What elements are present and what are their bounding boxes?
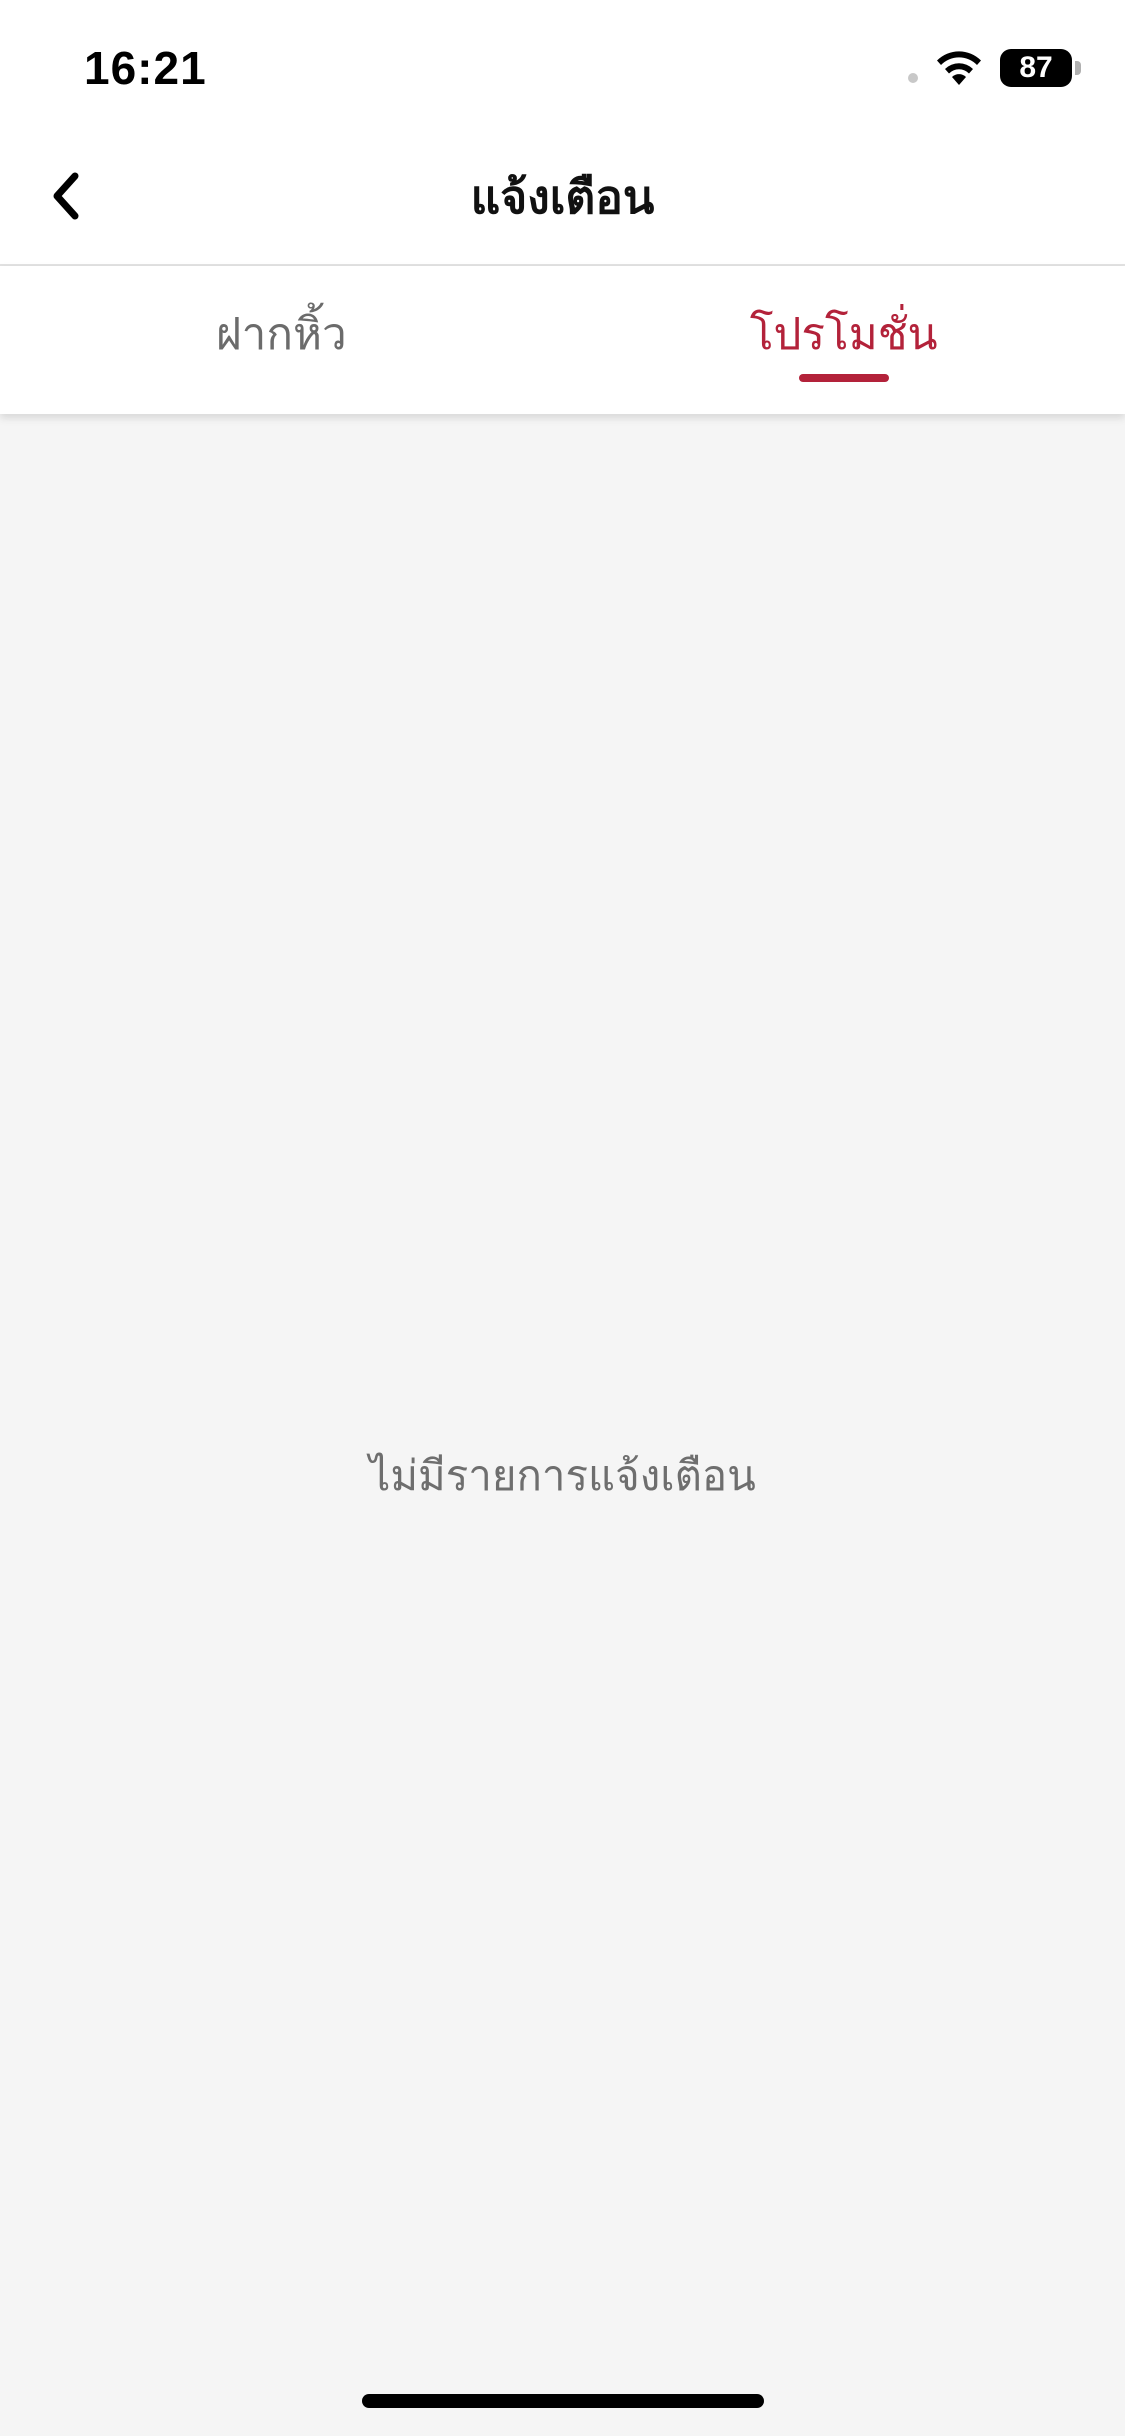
- navigation-bar: แจ้งเตือน: [0, 132, 1125, 266]
- battery-level: 87: [1019, 51, 1053, 84]
- status-bar: 16:21 87: [0, 0, 1125, 132]
- battery-icon: 87: [1000, 49, 1072, 87]
- battery-cap: [1075, 61, 1081, 75]
- status-time: 16:21: [84, 42, 207, 94]
- tab-promotion[interactable]: โปรโมชั่น: [563, 266, 1125, 414]
- tab-label: โปรโมชั่น: [749, 309, 938, 360]
- privacy-indicator-dot: [908, 73, 918, 83]
- tab-bar: ฝากหิ้ว โปรโมชั่น: [0, 266, 1125, 414]
- tab-label: ฝากหิ้ว: [215, 309, 347, 360]
- notification-list: ไม่มีรายการแจ้งเตือน: [0, 414, 1125, 2436]
- wifi-icon: [937, 51, 981, 85]
- active-tab-indicator: [798, 374, 889, 382]
- tab-carry-service[interactable]: ฝากหิ้ว: [0, 266, 563, 414]
- empty-state-message: ไม่มีรายการแจ้งเตือน: [369, 1451, 756, 1500]
- status-indicators: 87: [908, 44, 1081, 92]
- page-title: แจ้งเตือน: [470, 170, 655, 224]
- notifications-screen: 16:21 87 แจ้งเตือน ฝากหิ้ว โปรโมชั่น ไม่…: [0, 0, 1125, 2436]
- home-indicator[interactable]: [362, 2394, 764, 2408]
